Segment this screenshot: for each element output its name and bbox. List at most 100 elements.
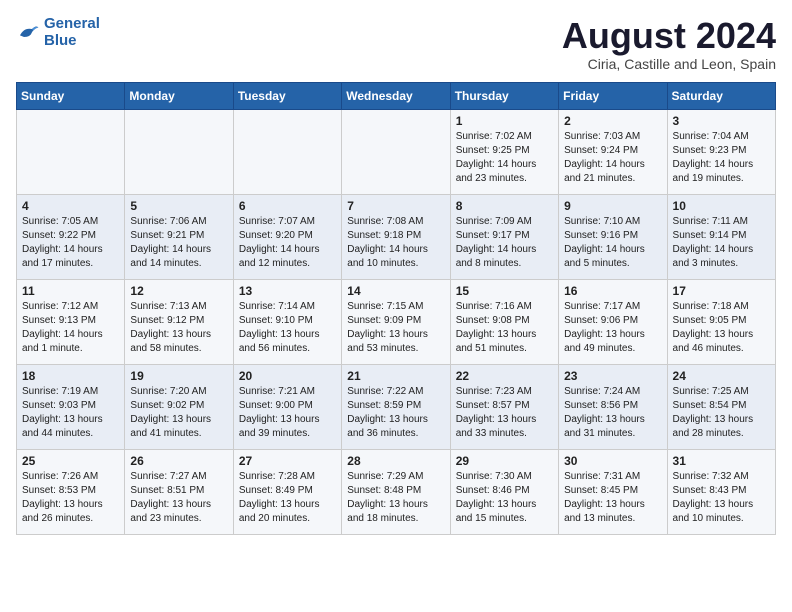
day-number: 6 xyxy=(239,199,336,213)
day-number: 29 xyxy=(456,454,553,468)
day-number: 22 xyxy=(456,369,553,383)
calendar-cell: 7Sunrise: 7:08 AM Sunset: 9:18 PM Daylig… xyxy=(342,194,450,279)
page-header: General Blue August 2024 Ciria, Castille… xyxy=(16,16,776,72)
calendar-cell: 20 Sunrise: 7:21 AM Sunset: 9:00 PM Dayli… xyxy=(233,364,341,449)
calendar-cell: 18 Sunrise: 7:19 AM Sunset: 9:03 PM Dayli… xyxy=(17,364,125,449)
header-cell-tuesday: Tuesday xyxy=(233,82,341,109)
title-block: August 2024 Ciria, Castille and Leon, Sp… xyxy=(562,16,776,72)
calendar-cell xyxy=(233,109,341,194)
day-info: Sunrise: 7:21 AM Sunset: 9:00 PM Dayligh… xyxy=(239,385,336,441)
calendar-cell: 11 Sunrise: 7:12 AM Sunset: 9:13 PM Dayli… xyxy=(17,279,125,364)
day-info: Sunrise: 7:24 AM Sunset: 8:56 PM Dayligh… xyxy=(564,385,661,441)
header-cell-monday: Monday xyxy=(125,82,233,109)
day-number: 20 xyxy=(239,369,336,383)
calendar-cell: 6 Sunrise: 7:07 AM Sunset: 9:20 PM Daylig… xyxy=(233,194,341,279)
calendar-table: SundayMondayTuesdayWednesdayThursdayFrid… xyxy=(16,82,776,535)
day-number: 4 xyxy=(22,199,119,213)
day-number: 14 xyxy=(347,284,444,298)
week-row-4: 25Sunrise: 7:26 AM Sunset: 8:53 PM Dayli… xyxy=(17,449,776,534)
day-info: Sunrise: 7:29 AM Sunset: 8:48 PM Dayligh… xyxy=(347,470,444,526)
calendar-cell: 26 Sunrise: 7:27 AM Sunset: 8:51 PM Dayli… xyxy=(125,449,233,534)
calendar-cell: 27 Sunrise: 7:28 AM Sunset: 8:49 PM Dayli… xyxy=(233,449,341,534)
calendar-cell: 25Sunrise: 7:26 AM Sunset: 8:53 PM Dayli… xyxy=(17,449,125,534)
day-info: Sunrise: 7:02 AM Sunset: 9:25 PM Dayligh… xyxy=(456,130,553,186)
week-row-0: 1 Sunrise: 7:02 AM Sunset: 9:25 PM Daylig… xyxy=(17,109,776,194)
calendar-cell: 1 Sunrise: 7:02 AM Sunset: 9:25 PM Daylig… xyxy=(450,109,558,194)
day-number: 16 xyxy=(564,284,661,298)
day-number: 24 xyxy=(673,369,770,383)
logo-bird-icon xyxy=(16,21,40,45)
day-info: Sunrise: 7:32 AM Sunset: 8:43 PM Dayligh… xyxy=(673,470,770,526)
month-title: August 2024 xyxy=(562,16,776,56)
day-info: Sunrise: 7:05 AM Sunset: 9:22 PM Dayligh… xyxy=(22,215,119,271)
calendar-body: 1 Sunrise: 7:02 AM Sunset: 9:25 PM Daylig… xyxy=(17,109,776,534)
calendar-cell: 4 Sunrise: 7:05 AM Sunset: 9:22 PM Daylig… xyxy=(17,194,125,279)
week-row-2: 11 Sunrise: 7:12 AM Sunset: 9:13 PM Dayli… xyxy=(17,279,776,364)
calendar-cell: 3 Sunrise: 7:04 AM Sunset: 9:23 PM Daylig… xyxy=(667,109,775,194)
calendar-cell: 21Sunrise: 7:22 AM Sunset: 8:59 PM Dayli… xyxy=(342,364,450,449)
day-number: 7 xyxy=(347,199,444,213)
day-info: Sunrise: 7:15 AM Sunset: 9:09 PM Dayligh… xyxy=(347,300,444,356)
calendar-cell: 17 Sunrise: 7:18 AM Sunset: 9:05 PM Dayli… xyxy=(667,279,775,364)
day-info: Sunrise: 7:20 AM Sunset: 9:02 PM Dayligh… xyxy=(130,385,227,441)
day-info: Sunrise: 7:17 AM Sunset: 9:06 PM Dayligh… xyxy=(564,300,661,356)
day-number: 30 xyxy=(564,454,661,468)
day-number: 27 xyxy=(239,454,336,468)
calendar-cell: 14 Sunrise: 7:15 AM Sunset: 9:09 PM Dayli… xyxy=(342,279,450,364)
calendar-cell: 2Sunrise: 7:03 AM Sunset: 9:24 PM Daylig… xyxy=(559,109,667,194)
day-number: 15 xyxy=(456,284,553,298)
day-number: 5 xyxy=(130,199,227,213)
day-info: Sunrise: 7:31 AM Sunset: 8:45 PM Dayligh… xyxy=(564,470,661,526)
day-number: 1 xyxy=(456,114,553,128)
day-number: 9 xyxy=(564,199,661,213)
day-number: 11 xyxy=(22,284,119,298)
day-number: 18 xyxy=(22,369,119,383)
day-info: Sunrise: 7:26 AM Sunset: 8:53 PM Dayligh… xyxy=(22,470,119,526)
calendar-cell: 19Sunrise: 7:20 AM Sunset: 9:02 PM Dayli… xyxy=(125,364,233,449)
calendar-cell: 15 Sunrise: 7:16 AM Sunset: 9:08 PM Dayli… xyxy=(450,279,558,364)
day-number: 12 xyxy=(130,284,227,298)
day-number: 23 xyxy=(564,369,661,383)
calendar-cell xyxy=(17,109,125,194)
calendar-cell: 16 Sunrise: 7:17 AM Sunset: 9:06 PM Dayli… xyxy=(559,279,667,364)
day-number: 8 xyxy=(456,199,553,213)
day-info: Sunrise: 7:18 AM Sunset: 9:05 PM Dayligh… xyxy=(673,300,770,356)
calendar-cell xyxy=(125,109,233,194)
calendar-cell: 22 Sunrise: 7:23 AM Sunset: 8:57 PM Dayli… xyxy=(450,364,558,449)
week-row-1: 4 Sunrise: 7:05 AM Sunset: 9:22 PM Daylig… xyxy=(17,194,776,279)
day-info: Sunrise: 7:12 AM Sunset: 9:13 PM Dayligh… xyxy=(22,300,119,356)
calendar-cell: 24Sunrise: 7:25 AM Sunset: 8:54 PM Dayli… xyxy=(667,364,775,449)
calendar-cell: 5 Sunrise: 7:06 AM Sunset: 9:21 PM Daylig… xyxy=(125,194,233,279)
header-cell-saturday: Saturday xyxy=(667,82,775,109)
header-cell-thursday: Thursday xyxy=(450,82,558,109)
calendar-cell: 9 Sunrise: 7:10 AM Sunset: 9:16 PM Daylig… xyxy=(559,194,667,279)
day-number: 26 xyxy=(130,454,227,468)
day-info: Sunrise: 7:19 AM Sunset: 9:03 PM Dayligh… xyxy=(22,385,119,441)
day-info: Sunrise: 7:04 AM Sunset: 9:23 PM Dayligh… xyxy=(673,130,770,186)
header-cell-friday: Friday xyxy=(559,82,667,109)
calendar-header: SundayMondayTuesdayWednesdayThursdayFrid… xyxy=(17,82,776,109)
calendar-cell xyxy=(342,109,450,194)
day-info: Sunrise: 7:16 AM Sunset: 9:08 PM Dayligh… xyxy=(456,300,553,356)
day-info: Sunrise: 7:09 AM Sunset: 9:17 PM Dayligh… xyxy=(456,215,553,271)
day-info: Sunrise: 7:28 AM Sunset: 8:49 PM Dayligh… xyxy=(239,470,336,526)
calendar-cell: 10Sunrise: 7:11 AM Sunset: 9:14 PM Dayli… xyxy=(667,194,775,279)
header-cell-sunday: Sunday xyxy=(17,82,125,109)
day-info: Sunrise: 7:07 AM Sunset: 9:20 PM Dayligh… xyxy=(239,215,336,271)
calendar-cell: 29Sunrise: 7:30 AM Sunset: 8:46 PM Dayli… xyxy=(450,449,558,534)
day-info: Sunrise: 7:13 AM Sunset: 9:12 PM Dayligh… xyxy=(130,300,227,356)
location-subtitle: Ciria, Castille and Leon, Spain xyxy=(562,56,776,72)
day-info: Sunrise: 7:10 AM Sunset: 9:16 PM Dayligh… xyxy=(564,215,661,271)
day-number: 3 xyxy=(673,114,770,128)
day-number: 21 xyxy=(347,369,444,383)
day-info: Sunrise: 7:23 AM Sunset: 8:57 PM Dayligh… xyxy=(456,385,553,441)
calendar-cell: 31 Sunrise: 7:32 AM Sunset: 8:43 PM Dayli… xyxy=(667,449,775,534)
day-info: Sunrise: 7:06 AM Sunset: 9:21 PM Dayligh… xyxy=(130,215,227,271)
day-number: 2 xyxy=(564,114,661,128)
day-info: Sunrise: 7:14 AM Sunset: 9:10 PM Dayligh… xyxy=(239,300,336,356)
calendar-cell: 23 Sunrise: 7:24 AM Sunset: 8:56 PM Dayli… xyxy=(559,364,667,449)
day-info: Sunrise: 7:27 AM Sunset: 8:51 PM Dayligh… xyxy=(130,470,227,526)
day-number: 17 xyxy=(673,284,770,298)
day-number: 31 xyxy=(673,454,770,468)
calendar-cell: 30 Sunrise: 7:31 AM Sunset: 8:45 PM Dayli… xyxy=(559,449,667,534)
